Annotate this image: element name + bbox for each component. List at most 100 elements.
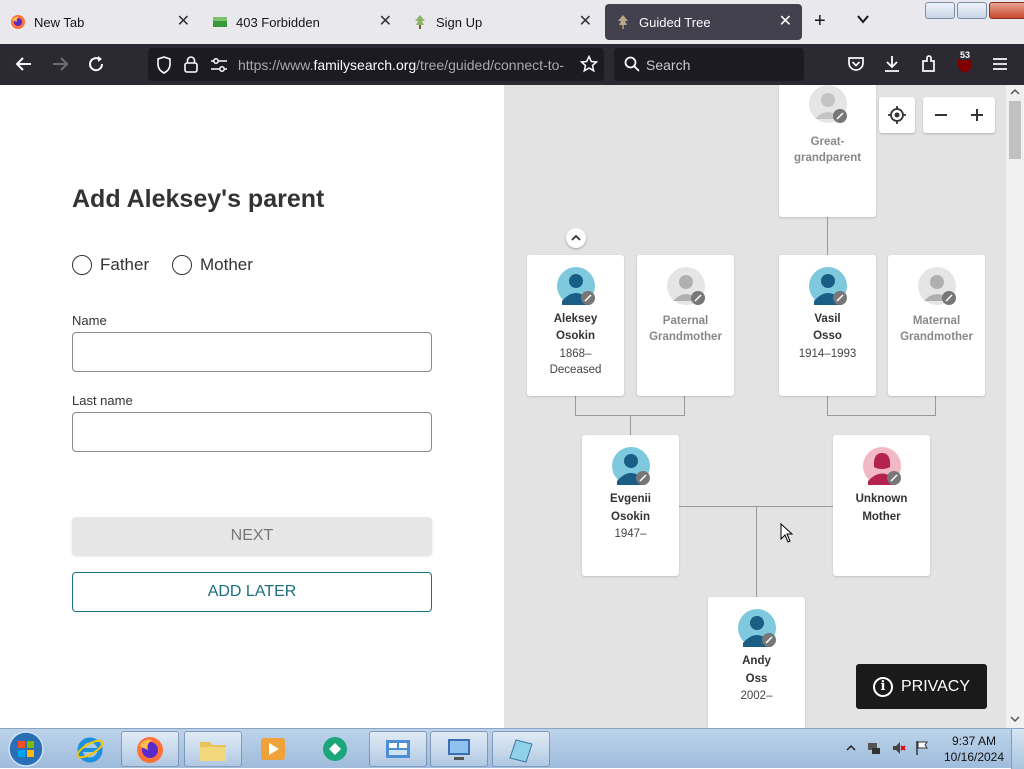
radio-father[interactable]: Father xyxy=(72,255,149,275)
scroll-up-icon[interactable] xyxy=(1010,88,1020,96)
scrollbar-thumb[interactable] xyxy=(1009,101,1021,159)
person-card-unknown-mother[interactable]: Unknown Mother xyxy=(833,435,930,576)
info-icon: i xyxy=(872,676,893,697)
card-name: Osokin xyxy=(611,511,650,523)
person-card-evgenii[interactable]: Evgenii Osokin 1947– xyxy=(582,435,679,576)
taskbar-network[interactable] xyxy=(430,731,488,767)
tab-new-tab[interactable]: New Tab ✕ xyxy=(0,4,200,40)
card-label: grandparent xyxy=(793,152,862,164)
person-card-great-grandparent[interactable]: Great- grandparent xyxy=(779,85,876,217)
action-center-flag-icon[interactable] xyxy=(914,740,930,756)
person-card-aleksey[interactable]: Aleksey Osokin 1868– Deceased xyxy=(527,255,624,396)
back-arrow-icon[interactable] xyxy=(14,54,34,74)
taskbar-firefox[interactable] xyxy=(121,731,179,767)
url-bar[interactable]: https://www.familysearch.org/tree/guided… xyxy=(148,48,604,81)
lock-icon[interactable] xyxy=(184,56,198,73)
firefox-icon xyxy=(137,737,163,763)
bookmark-star-icon[interactable] xyxy=(580,55,598,73)
app-icon xyxy=(323,737,347,761)
window-close-button[interactable] xyxy=(989,2,1024,19)
card-dates: Deceased xyxy=(549,364,602,376)
volume-muted-icon[interactable] xyxy=(891,740,907,756)
search-bar[interactable]: Search xyxy=(614,48,804,81)
person-placeholder-icon xyxy=(918,267,956,305)
family-tree-view[interactable]: Great- grandparent Aleksey Osokin 1868– … xyxy=(504,85,1006,728)
extensions-icon[interactable] xyxy=(919,54,939,74)
card-name: Osso xyxy=(813,330,842,342)
taskbar-media-player[interactable] xyxy=(245,731,303,767)
taskbar-internet-explorer[interactable] xyxy=(62,731,120,767)
network-tray-icon[interactable] xyxy=(866,740,882,756)
control-panel-icon xyxy=(386,740,410,758)
page-title: Add Aleksey's parent xyxy=(72,185,325,213)
show-desktop-button[interactable] xyxy=(1011,729,1024,769)
navigation-bar: https://www.familysearch.org/tree/guided… xyxy=(0,44,1024,85)
pocket-icon[interactable] xyxy=(846,54,866,74)
close-tab-icon[interactable]: ✕ xyxy=(579,13,592,31)
last-name-label: Last name xyxy=(72,393,133,408)
start-button-icon[interactable] xyxy=(6,730,46,768)
radio-label: Mother xyxy=(200,255,253,274)
chevron-down-icon[interactable] xyxy=(856,12,870,26)
taskbar-app[interactable] xyxy=(307,731,365,767)
radio-circle[interactable] xyxy=(72,255,92,275)
show-hidden-icons-icon[interactable] xyxy=(846,744,856,752)
recenter-button[interactable] xyxy=(879,97,915,133)
close-tab-icon[interactable]: ✕ xyxy=(779,13,792,31)
privacy-button[interactable]: i PRIVACY xyxy=(856,664,987,709)
taskbar-paint[interactable] xyxy=(492,731,550,767)
menu-icon[interactable] xyxy=(990,54,1010,74)
shield-icon[interactable] xyxy=(156,56,172,74)
name-field[interactable] xyxy=(72,332,432,372)
tab-guided-tree[interactable]: Guided Tree ✕ xyxy=(605,4,802,40)
taskbar-explorer[interactable] xyxy=(184,731,242,767)
person-card-paternal-grandmother[interactable]: Paternal Grandmother xyxy=(637,255,734,396)
zoom-controls xyxy=(923,97,995,133)
folder-icon xyxy=(200,742,226,761)
radio-mother[interactable]: Mother xyxy=(172,255,253,275)
tab-strip: New Tab ✕ 403 Forbidden ✕ Sign Up ✕ Guid… xyxy=(0,0,1024,44)
connector-line xyxy=(756,506,757,598)
maximize-button[interactable] xyxy=(957,2,987,19)
close-tab-icon[interactable]: ✕ xyxy=(379,13,392,31)
add-later-button[interactable]: ADD LATER xyxy=(72,572,432,612)
extension-badge: 53 xyxy=(958,50,973,60)
radio-label: Father xyxy=(100,255,150,274)
expand-ancestors-button[interactable] xyxy=(566,228,586,248)
close-tab-icon[interactable]: ✕ xyxy=(177,13,190,31)
new-tab-button[interactable]: + xyxy=(814,10,826,32)
connector-line xyxy=(827,217,828,255)
reload-icon[interactable] xyxy=(86,54,106,74)
taskbar-control-panel[interactable] xyxy=(369,731,427,767)
firefox-icon xyxy=(11,15,25,29)
person-male-icon xyxy=(738,609,776,647)
forward-arrow-icon[interactable] xyxy=(50,54,70,74)
zoom-out-icon[interactable] xyxy=(933,107,949,123)
radio-circle[interactable] xyxy=(172,255,192,275)
tab-sign-up[interactable]: Sign Up ✕ xyxy=(404,4,602,40)
tab-title: Sign Up xyxy=(436,14,483,30)
card-label: Grandmother xyxy=(900,331,973,343)
card-label: Great- xyxy=(810,136,845,148)
minimize-button[interactable] xyxy=(925,2,955,19)
last-name-field[interactable] xyxy=(72,412,432,452)
zoom-in-icon[interactable] xyxy=(969,107,985,123)
download-icon[interactable] xyxy=(882,54,902,74)
system-clock[interactable]: 9:37 AM 10/16/2024 xyxy=(940,733,1008,765)
page-scrollbar[interactable] xyxy=(1006,85,1024,728)
computer-icon xyxy=(448,739,470,760)
chevron-up-icon xyxy=(571,234,581,241)
search-placeholder: Search xyxy=(646,57,691,73)
next-button[interactable]: NEXT xyxy=(72,517,432,555)
media-player-icon xyxy=(261,738,285,760)
tab-403-forbidden[interactable]: 403 Forbidden ✕ xyxy=(202,4,402,40)
name-label: Name xyxy=(72,313,107,328)
person-card-maternal-grandmother[interactable]: Maternal Grandmother xyxy=(888,255,985,396)
person-placeholder-icon xyxy=(667,267,705,305)
scroll-down-icon[interactable] xyxy=(1010,715,1020,723)
tab-title: 403 Forbidden xyxy=(236,14,320,30)
windows-taskbar: 9:37 AM 10/16/2024 xyxy=(0,728,1024,769)
person-card-vasil[interactable]: Vasil Osso 1914–1993 xyxy=(779,255,876,396)
permissions-icon[interactable] xyxy=(210,57,228,73)
person-card-andy[interactable]: Andy Oss 2002– xyxy=(708,597,805,728)
